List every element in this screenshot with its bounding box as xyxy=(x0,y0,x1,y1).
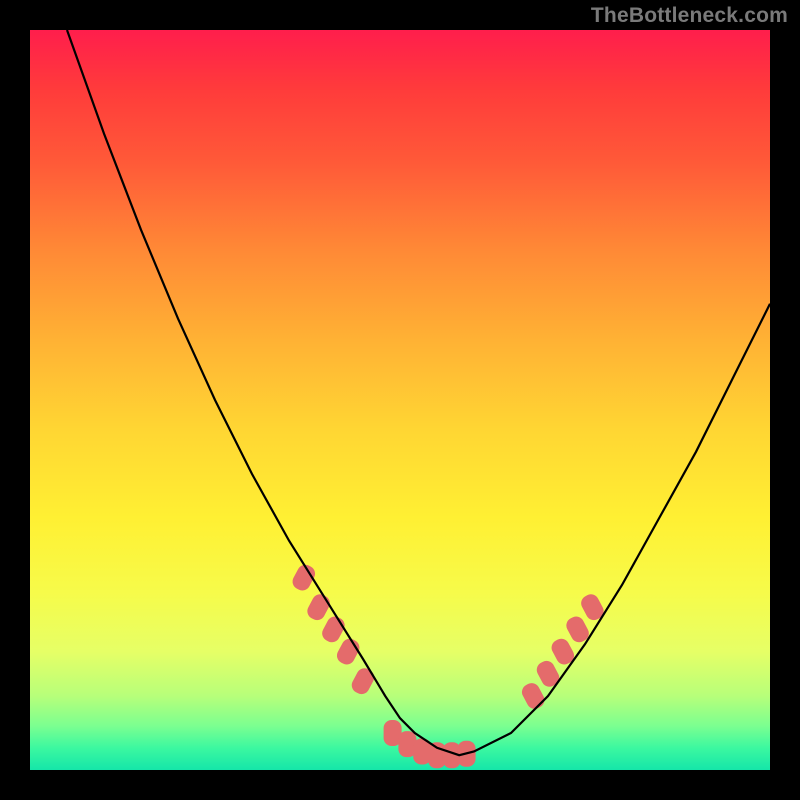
marker xyxy=(413,739,431,765)
marker xyxy=(398,731,416,757)
marker xyxy=(334,636,362,667)
marker xyxy=(564,614,592,645)
marker xyxy=(534,658,562,689)
marker xyxy=(578,591,606,622)
marker xyxy=(519,680,547,711)
watermark-text: TheBottleneck.com xyxy=(591,4,788,28)
chart-svg xyxy=(30,30,770,770)
series-curve xyxy=(67,30,770,755)
marker xyxy=(428,742,446,768)
marker xyxy=(290,562,318,593)
marker xyxy=(443,742,461,768)
plot-area xyxy=(30,30,770,770)
markers-group xyxy=(290,562,607,768)
marker xyxy=(384,720,402,746)
marker xyxy=(549,636,577,667)
marker xyxy=(305,591,333,622)
marker xyxy=(458,741,476,767)
marker xyxy=(319,614,347,645)
marker xyxy=(349,665,377,696)
chart-container: TheBottleneck.com xyxy=(0,0,800,800)
